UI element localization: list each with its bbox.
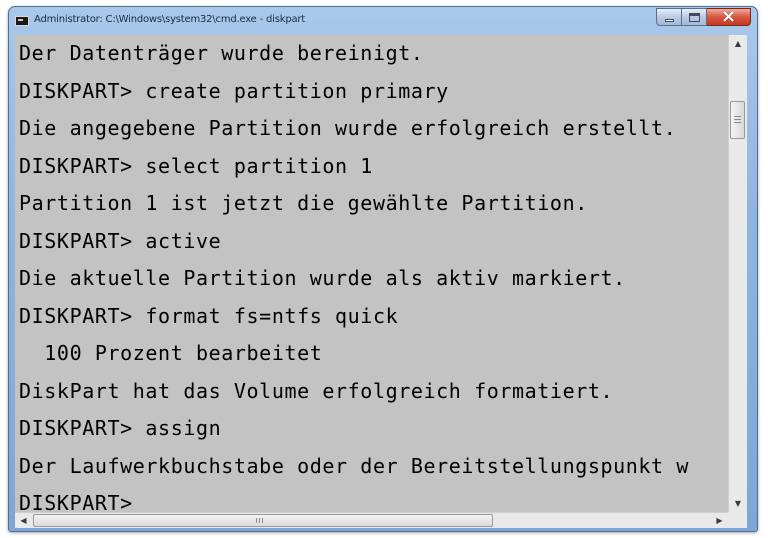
scrollbar-corner — [728, 512, 747, 528]
maximize-button[interactable] — [682, 8, 707, 26]
vertical-scroll-thumb[interactable] — [730, 101, 745, 139]
scroll-up-button[interactable]: ▲ — [729, 35, 747, 52]
console-line: DISKPART> assign — [19, 416, 222, 440]
console-line: Die angegebene Partition wurde erfolgrei… — [19, 116, 677, 140]
scroll-left-button[interactable]: ◀ — [15, 513, 32, 528]
console-line: 100 Prozent bearbeitet — [19, 341, 323, 365]
console-line: Partition 1 ist jetzt die gewählte Parti… — [19, 191, 588, 215]
horizontal-scrollbar[interactable]: ◀ ▶ — [15, 512, 728, 528]
console-line: DISKPART> format fs=ntfs quick — [19, 303, 399, 328]
console-line: DISKPART> active — [19, 228, 222, 253]
console-line: DISKPART> select partition 1 — [19, 153, 373, 178]
console-output[interactable]: Der Datenträger wurde bereinigt. DISKPAR… — [15, 35, 728, 512]
console-line: DISKPART> create partition primary — [19, 78, 449, 103]
window-title: Administrator: C:\Windows\system32\cmd.e… — [34, 14, 306, 25]
console-line: Der Laufwerkbuchstabe oder der Bereitste… — [19, 453, 689, 478]
title-bar[interactable]: Administrator: C:\Windows\system32\cmd.e… — [9, 6, 757, 35]
cmd-console-icon[interactable] — [15, 16, 29, 26]
scroll-right-button[interactable]: ▶ — [711, 513, 728, 528]
caption-buttons — [656, 6, 751, 27]
minimize-button[interactable] — [656, 8, 682, 26]
vertical-scrollbar[interactable]: ▲ ▼ — [728, 35, 747, 512]
console-line: Der Datenträger wurde bereinigt. — [19, 41, 424, 65]
cmd-window: Administrator: C:\Windows\system32\cmd.e… — [8, 6, 758, 532]
console-prompt-line[interactable]: DISKPART> — [15, 485, 728, 512]
horizontal-scroll-thumb[interactable] — [33, 514, 493, 527]
console-line: Die aktuelle Partition wurde als aktiv m… — [19, 266, 626, 290]
console-line: DiskPart hat das Volume erfolgreich form… — [19, 378, 614, 403]
close-button[interactable] — [707, 6, 751, 27]
scroll-down-button[interactable]: ▼ — [729, 495, 747, 512]
